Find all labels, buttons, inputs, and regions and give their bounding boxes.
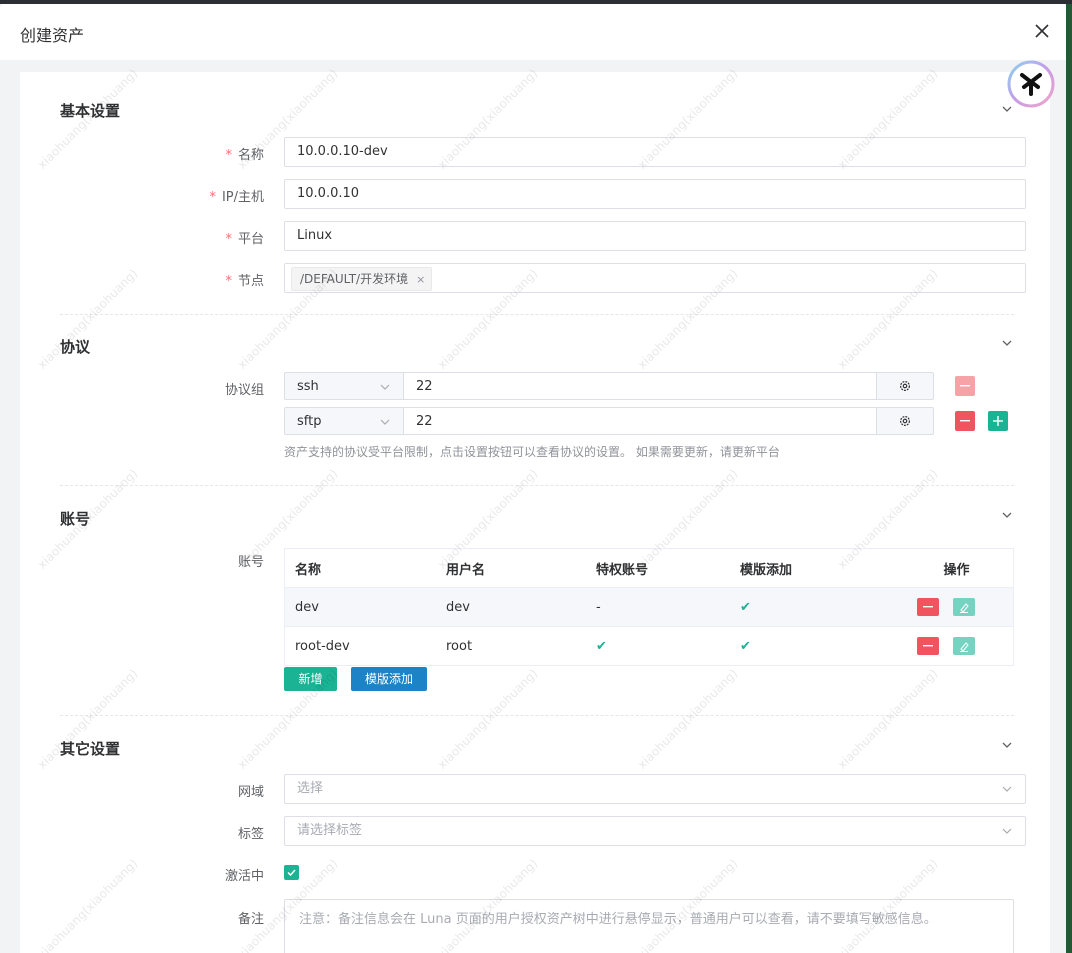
- column-header: 操作: [901, 548, 1014, 588]
- background-app-edge: [1066, 4, 1072, 953]
- template-add-button[interactable]: 模版添加: [351, 667, 427, 691]
- chevron-down-icon[interactable]: [1000, 508, 1014, 522]
- platform-label: * 平台: [225, 232, 264, 247]
- chevron-down-icon: [1002, 786, 1012, 792]
- active-checkbox[interactable]: [284, 865, 299, 880]
- watermark-text: xiaohuang(xiaohuang): [434, 666, 541, 772]
- comment-label: 备注: [237, 912, 264, 927]
- account-username: dev: [436, 587, 586, 627]
- minus-icon: [923, 606, 933, 608]
- tag-close-icon[interactable]: ×: [416, 273, 425, 286]
- dialog-title: 创建资产: [20, 26, 85, 45]
- check-icon: ✔: [740, 599, 751, 615]
- platform-input[interactable]: Linux: [284, 221, 1026, 251]
- node-select[interactable]: /DEFAULT/开发环境 ×: [284, 263, 1026, 293]
- delete-account-button[interactable]: [917, 598, 939, 616]
- gear-icon: [900, 416, 910, 426]
- section-title-other: 其它设置: [60, 740, 121, 758]
- domain-select[interactable]: 选择: [284, 774, 1026, 804]
- delete-account-button[interactable]: [917, 637, 939, 655]
- app-logo-icon[interactable]: [1007, 60, 1055, 108]
- labels-label: 标签: [237, 827, 264, 842]
- node-label: * 节点: [225, 274, 264, 289]
- add-account-button[interactable]: 新增: [284, 667, 337, 691]
- comment-textarea[interactable]: 注意：备注信息会在 Luna 页面的用户授权资产树中进行悬停显示，普通用户可以查…: [284, 899, 1014, 953]
- account-privileged: -: [586, 587, 730, 627]
- close-icon[interactable]: [1030, 19, 1054, 43]
- table-header-row: 名称 用户名 特权账号 模版添加 操作: [284, 548, 1014, 588]
- dialog-header: 创建资产: [0, 4, 1066, 60]
- domain-label: 网域: [237, 785, 264, 800]
- section-title-accounts: 账号: [60, 510, 91, 528]
- account-name: dev: [284, 587, 436, 627]
- accounts-table: 名称 用户名 特权账号 模版添加 操作 dev dev - ✔ root-dev…: [284, 548, 1014, 666]
- check-icon: ✔: [740, 638, 751, 654]
- section-divider: [60, 314, 1014, 315]
- section-divider: [60, 715, 1014, 716]
- edit-account-button[interactable]: [953, 598, 975, 616]
- chevron-down-icon: [380, 419, 390, 425]
- account-username: root: [436, 626, 586, 666]
- plus-icon: [993, 416, 1003, 426]
- add-protocol-button[interactable]: [988, 411, 1008, 431]
- protocol-port-input[interactable]: 22: [404, 407, 877, 435]
- section-title-protocol: 协议: [60, 338, 91, 356]
- protocol-select[interactable]: ssh: [284, 372, 404, 400]
- active-label: 激活中: [224, 869, 264, 884]
- gear-icon: [900, 381, 910, 391]
- chevron-down-icon: [380, 384, 390, 390]
- minus-icon: [923, 645, 933, 647]
- labels-select[interactable]: 请选择标签: [284, 816, 1026, 846]
- chevron-down-icon: [1002, 828, 1012, 834]
- column-header: 用户名: [436, 548, 586, 588]
- protocol-group-label: 协议组: [224, 383, 264, 398]
- column-header: 特权账号: [586, 548, 730, 588]
- section-title-basic: 基本设置: [60, 102, 121, 120]
- column-header: 模版添加: [730, 548, 901, 588]
- account-name: root-dev: [284, 626, 436, 666]
- column-header: 名称: [284, 548, 436, 588]
- ip-label: * IP/主机: [209, 190, 264, 205]
- protocol-settings-button[interactable]: [876, 407, 934, 435]
- remove-protocol-button[interactable]: [955, 411, 975, 431]
- watermark-text: xiaohuang(xiaohuang): [834, 666, 941, 772]
- protocol-settings-button[interactable]: [876, 372, 934, 400]
- protocol-select[interactable]: sftp: [284, 407, 404, 435]
- section-divider: [60, 485, 1014, 486]
- check-icon: ✔: [596, 638, 607, 654]
- edit-icon: [960, 642, 969, 652]
- ip-input[interactable]: 10.0.0.10: [284, 179, 1026, 209]
- checkmark-icon: [287, 869, 296, 877]
- minus-icon: [960, 420, 970, 422]
- edit-account-button[interactable]: [953, 637, 975, 655]
- watermark-text: xiaohuang(xiaohuang): [634, 666, 741, 772]
- edit-icon: [960, 603, 969, 613]
- accounts-label: 账号: [237, 555, 264, 570]
- name-input[interactable]: 10.0.0.10-dev: [284, 137, 1026, 167]
- remove-protocol-button[interactable]: [955, 376, 975, 396]
- name-label: * 名称: [225, 148, 264, 163]
- minus-icon: [960, 385, 970, 387]
- table-row: dev dev - ✔: [284, 587, 1014, 627]
- create-asset-dialog: 创建资产 基本设置 * 名称 10.0.0.10-dev * IP/主机 10.0.…: [0, 4, 1066, 953]
- chevron-down-icon[interactable]: [1000, 336, 1014, 350]
- table-row: root-dev root ✔ ✔: [284, 626, 1014, 666]
- chevron-down-icon[interactable]: [1000, 738, 1014, 752]
- form-card: 基本设置 * 名称 10.0.0.10-dev * IP/主机 10.0.0.10 …: [20, 66, 1050, 953]
- protocol-hint: 资产支持的协议受平台限制，点击设置按钮可以查看协议的设置。 如果需要更新，请更新…: [284, 445, 780, 459]
- node-tag: /DEFAULT/开发环境 ×: [291, 267, 433, 291]
- protocol-port-input[interactable]: 22: [404, 372, 877, 400]
